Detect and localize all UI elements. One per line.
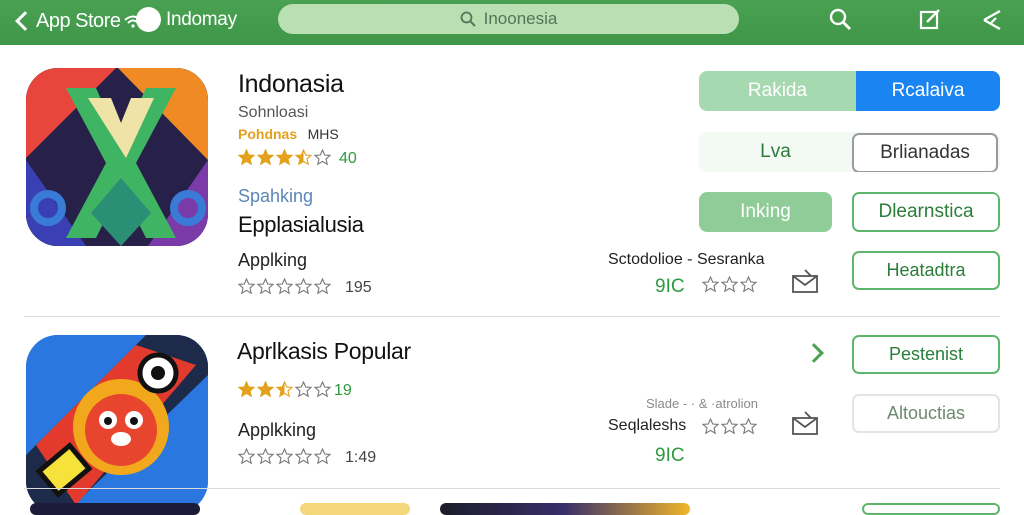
star-icon — [257, 149, 274, 166]
row-divider — [24, 488, 1000, 489]
compose-button[interactable] — [916, 5, 944, 33]
chevron-right-icon[interactable] — [804, 343, 824, 363]
install-button[interactable]: Pestenist — [852, 335, 1000, 374]
star-icon — [702, 276, 719, 293]
meta-line: Sctodolioe - Sesranka — [608, 251, 765, 268]
app-developer: Sohnloasi — [238, 104, 309, 121]
search-field[interactable]: Inoonesia — [278, 4, 739, 34]
section-title: Epplasialusia — [238, 212, 364, 237]
star-icon — [314, 448, 331, 465]
app-size: MHS — [307, 126, 339, 142]
compose-icon — [919, 9, 940, 30]
segment-control-2[interactable]: Lva Brlianadas — [699, 132, 1000, 172]
star-icon — [295, 381, 312, 398]
rating-count-2: 19 — [334, 382, 352, 399]
chevron-left-icon — [15, 11, 35, 31]
star-icon — [276, 381, 293, 398]
rating-stars-2 — [238, 381, 331, 398]
star-icon — [276, 149, 293, 166]
sub-label-2: Applkking — [238, 420, 317, 440]
share-icon — [983, 9, 1001, 31]
segment-control-1[interactable]: Rakida Rcalaiva — [699, 71, 1000, 111]
segment-control-3[interactable]: Inking Dlearnstica — [699, 192, 1000, 232]
star-icon — [295, 278, 312, 295]
segment-1-right[interactable]: Rcalaiva — [856, 71, 1000, 111]
star-icon — [238, 278, 255, 295]
app-title[interactable]: Indonasia — [238, 70, 344, 99]
mail-icon[interactable] — [791, 268, 819, 294]
meta-label-2: Seqlaleshs — [608, 417, 687, 434]
app-title-2[interactable]: Aprlkasis Popular — [237, 338, 411, 365]
rating-count: 40 — [339, 150, 357, 167]
segment-2-left[interactable]: Lva — [699, 132, 852, 172]
sub-label: Applking — [238, 250, 308, 270]
search-icon — [829, 8, 851, 30]
next-app-banner[interactable] — [440, 503, 690, 515]
star-icon — [702, 418, 719, 435]
next-app-button[interactable] — [862, 503, 1000, 515]
sub-rating-count-2: 1:49 — [345, 449, 377, 466]
search-icon — [460, 11, 476, 27]
star-icon — [314, 149, 331, 166]
price-2: 9IC — [655, 445, 685, 466]
app-category: Pohdnas — [238, 126, 298, 142]
price: 9IC — [655, 276, 685, 297]
action-button[interactable]: Heatadtra — [852, 251, 1000, 290]
meta-stars-2 — [702, 418, 757, 435]
star-icon — [721, 418, 738, 435]
segment-2-right[interactable]: Brlianadas — [852, 133, 998, 172]
app-icon[interactable] — [26, 68, 208, 246]
star-icon — [314, 381, 331, 398]
star-icon — [295, 448, 312, 465]
meta-top-2: Slade - · & ·atrolion — [646, 396, 758, 411]
search-input[interactable]: Inoonesia — [484, 9, 558, 29]
app-logo-icon — [26, 68, 208, 246]
back-label: App Store — [36, 9, 121, 32]
star-icon — [276, 448, 293, 465]
app-meta: Pohdnas MHS — [238, 126, 339, 144]
search-button[interactable] — [826, 5, 854, 33]
star-icon — [238, 149, 255, 166]
star-icon — [740, 418, 757, 435]
star-icon — [740, 276, 757, 293]
sub-rating-count: 195 — [345, 279, 372, 296]
star-icon — [257, 448, 274, 465]
sub-rating-stars-2 — [238, 448, 331, 465]
sub-rating-stars — [238, 278, 331, 295]
mail-icon[interactable] — [791, 410, 819, 436]
app-icon-2[interactable] — [26, 335, 208, 513]
rating-stars — [238, 149, 331, 166]
next-app-icon[interactable] — [30, 503, 200, 515]
segment-3-left[interactable]: Inking — [699, 192, 832, 232]
star-icon — [238, 381, 255, 398]
star-icon — [257, 278, 274, 295]
store-name: Indomay — [166, 9, 237, 30]
star-icon — [238, 448, 255, 465]
store-avatar[interactable] — [136, 7, 161, 32]
game-logo-icon — [26, 335, 208, 513]
back-button[interactable]: App Store — [12, 6, 143, 36]
top-bar: App Store Indomay Inoonesia — [0, 0, 1024, 45]
meta-stars — [702, 276, 757, 293]
share-button[interactable] — [978, 5, 1006, 33]
star-icon — [257, 381, 274, 398]
star-icon — [314, 278, 331, 295]
section-label: Spahking — [238, 186, 314, 206]
star-icon — [276, 278, 293, 295]
star-icon — [721, 276, 738, 293]
next-app-thumbnail[interactable] — [300, 503, 410, 515]
segment-3-right[interactable]: Dlearnstica — [852, 192, 1000, 232]
segment-1-left[interactable]: Rakida — [699, 71, 856, 111]
star-icon — [295, 149, 312, 166]
row-divider — [24, 316, 1000, 317]
secondary-button[interactable]: Altouctias — [852, 394, 1000, 433]
